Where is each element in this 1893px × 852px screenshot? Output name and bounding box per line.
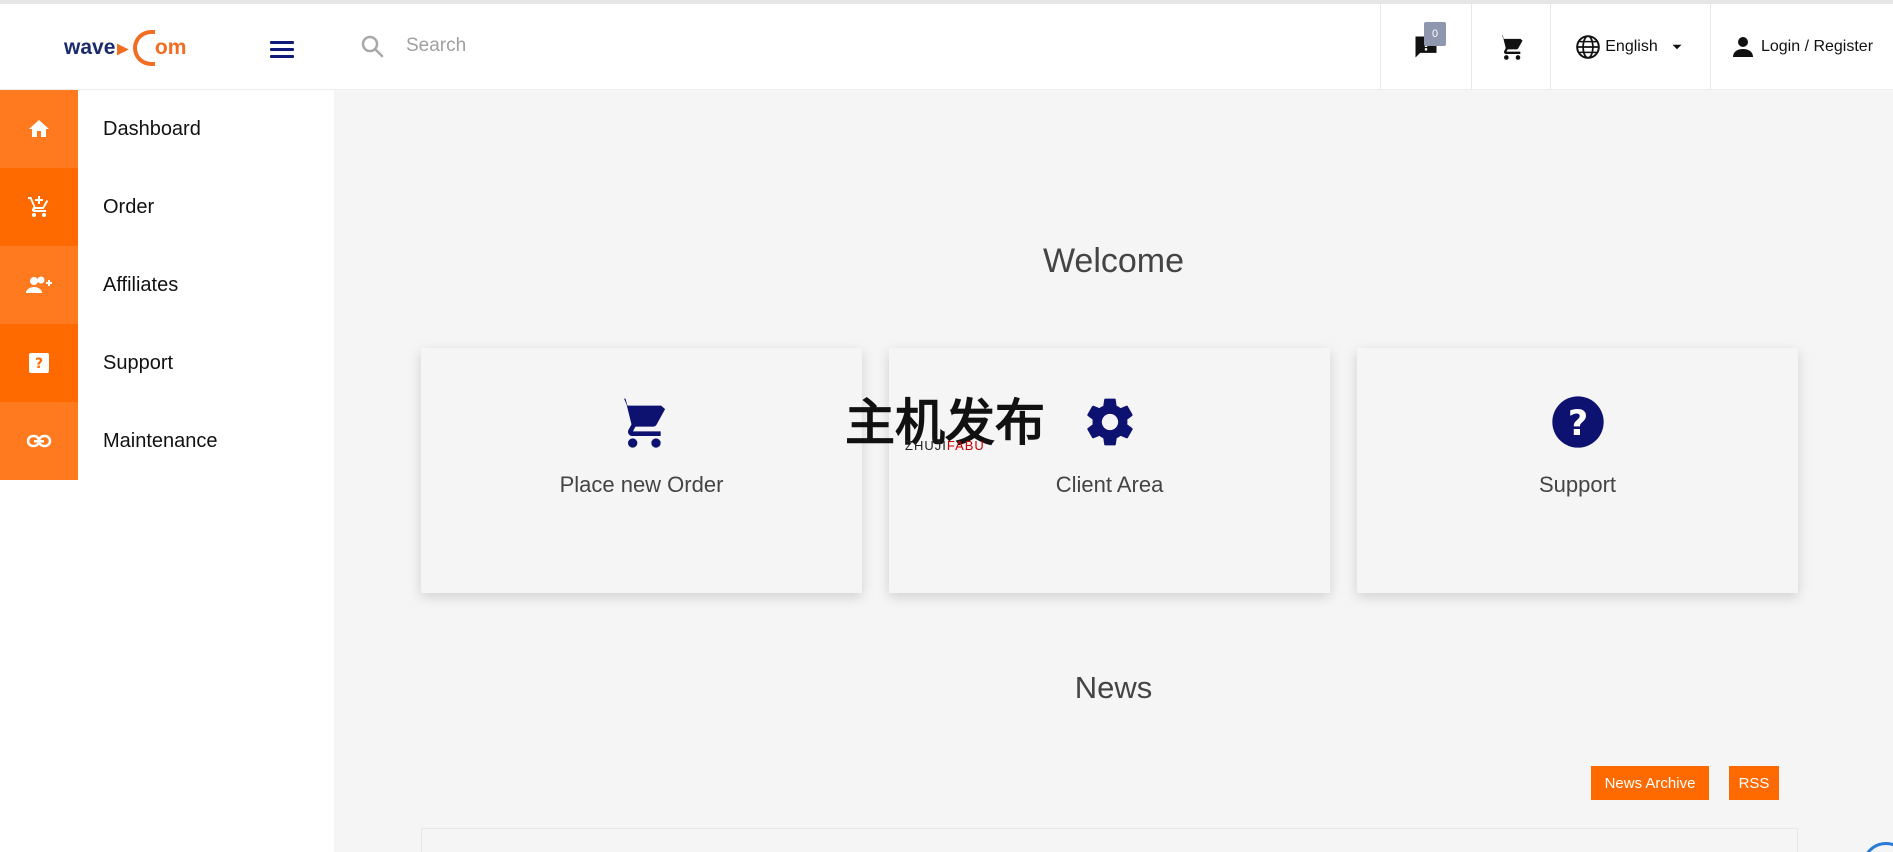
notifications-button[interactable]: 0 [1380,4,1471,90]
language-label: English [1605,38,1658,55]
svg-text:?: ? [35,356,43,372]
watermark: 主机发布 ZHUJIFABU [845,395,1045,459]
watermark-en-text-b: FABU [946,438,985,453]
question-box-icon: ? [29,353,49,373]
card-label: Support [1538,472,1617,497]
sidebar-item-label: Dashboard [103,117,201,140]
user-icon [1732,37,1753,57]
help-circle-icon: ? [1551,396,1604,448]
gear-icon [1086,398,1133,446]
sidebar-item-label: Maintenance [103,429,218,452]
top-bar: wave ▸ om 0 [0,0,1893,90]
card-label: Client Area [1055,472,1164,497]
support-card[interactable]: ? Support [1357,348,1798,593]
welcome-title: Welcome [1042,242,1185,280]
add-cart-icon [28,196,49,217]
news-panel [421,828,1798,852]
sidebar-item-label: Affiliates [103,273,179,296]
link-icon [26,434,52,448]
watermark-en-text-a: ZHUJI [905,438,947,453]
language-selector[interactable]: English [1550,4,1710,90]
search-input[interactable] [406,35,1106,57]
cart-icon [615,398,665,448]
sidebar-item-maintenance[interactable]: Maintenance [0,402,334,480]
login-label: Login / Register [1760,38,1874,55]
search-bar [360,34,1106,58]
globe-icon [1576,35,1601,59]
sidebar-item-support[interactable]: ? Support [0,324,334,402]
logo-text-right: om [154,36,187,59]
svg-text:?: ? [1567,404,1587,444]
logo-ring [132,30,155,66]
sidebar-item-label: Order [103,195,155,218]
logo-arrow: ▸ [117,36,128,60]
logo[interactable]: wave ▸ om [64,26,186,70]
sidebar-item-dashboard[interactable]: Dashboard [0,90,334,168]
cart-button[interactable] [1471,4,1550,90]
sidebar-item-affiliates[interactable]: Affiliates [0,246,334,324]
sidebar-item-label: Support [103,351,174,374]
search-icon [361,35,384,58]
hamburger-menu-icon[interactable] [270,41,294,59]
sidebar: Dashboard Order Affiliates ? Support Mai… [0,90,334,480]
client-area-card[interactable]: Client Area [889,348,1330,593]
caret-down-icon [1672,44,1682,50]
home-icon [29,120,49,137]
news-title: News [1074,670,1153,705]
login-register-link[interactable]: Login / Register [1710,4,1893,90]
add-user-icon [26,276,52,293]
rss-button[interactable]: RSS [1729,766,1779,800]
sidebar-item-order[interactable]: Order [0,168,334,246]
cart-icon [1498,35,1523,60]
card-label: Place new Order [559,472,724,497]
notification-badge: 0 [1424,22,1446,46]
place-order-card[interactable]: Place new Order [421,348,862,593]
chat-widget-button[interactable] [1862,842,1893,852]
logo-text-left: wave [64,36,116,59]
watermark-en-text: ZHUJIFABU [905,438,985,453]
top-right-actions: 0 English Login / Register [1380,4,1893,90]
news-archive-button[interactable]: News Archive [1591,766,1709,800]
